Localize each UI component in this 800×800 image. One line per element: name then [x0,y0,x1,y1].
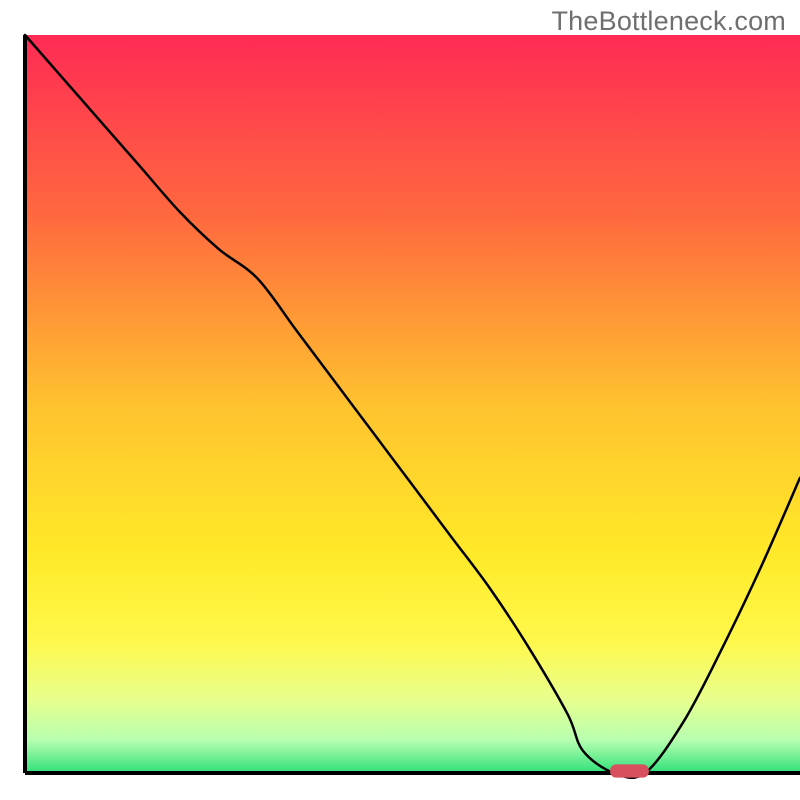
chart-svg [0,0,800,800]
optimal-point-marker [610,764,649,777]
bottleneck-chart: TheBottleneck.com [0,0,800,800]
watermark-text: TheBottleneck.com [551,6,786,37]
plot-background [25,35,800,773]
